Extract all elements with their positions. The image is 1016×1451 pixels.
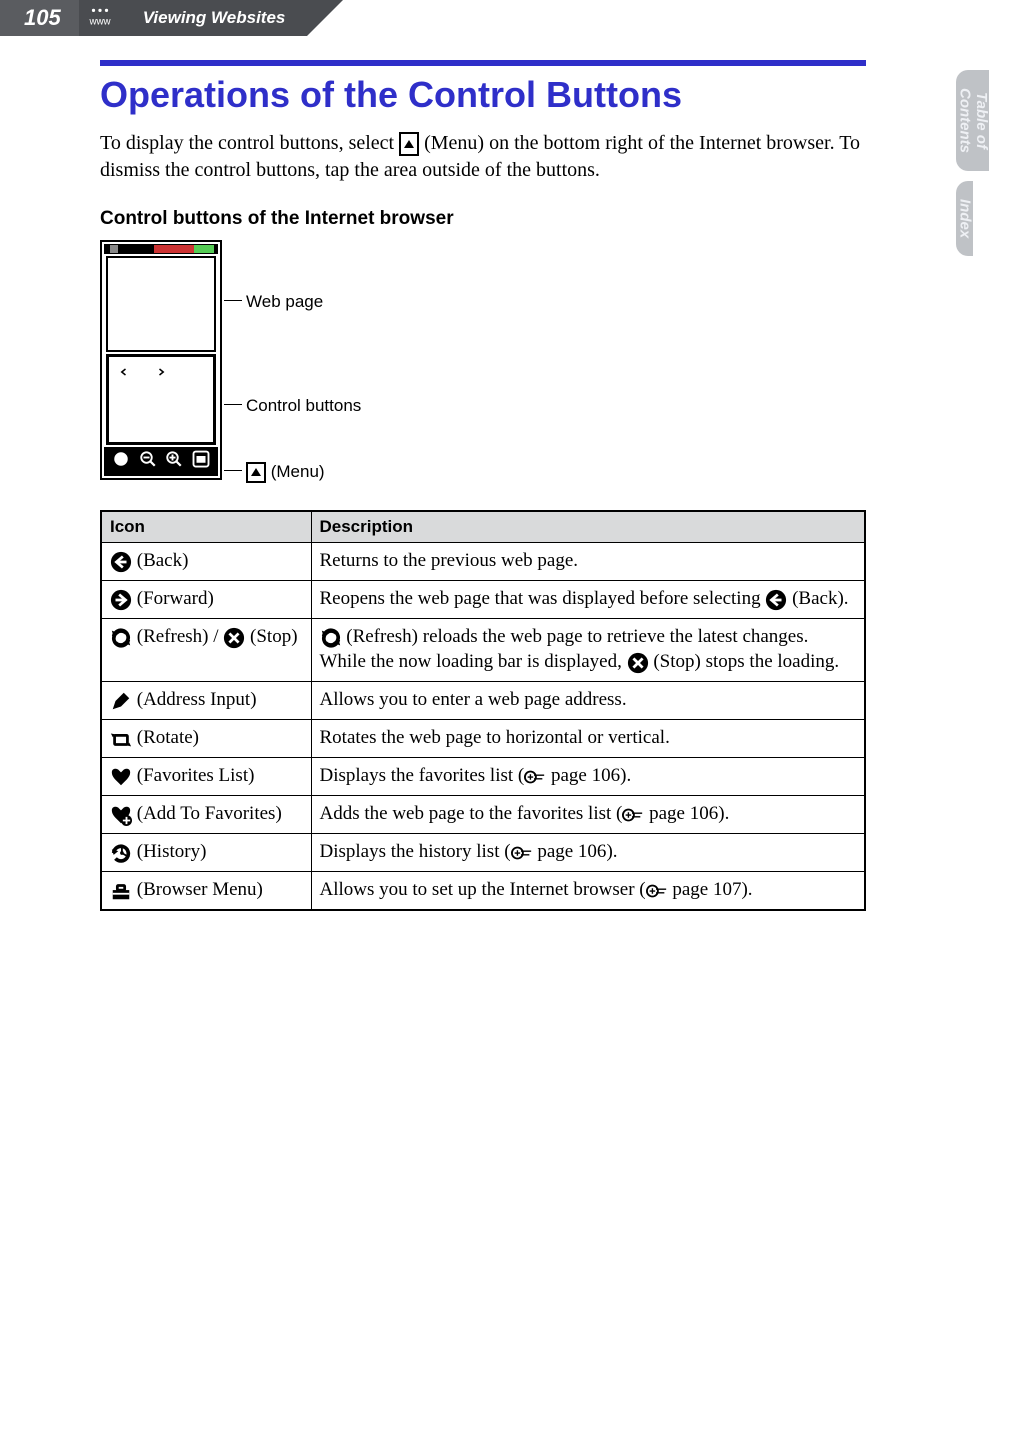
forward-icon — [110, 587, 132, 612]
x-icon — [112, 450, 130, 473]
toc-label-2: Contents — [956, 88, 973, 153]
page-header: 105 Viewing Websites — [0, 0, 1016, 36]
toc-label-1: Table of — [973, 92, 990, 149]
page-number: 105 — [0, 0, 79, 36]
desc-cell: Reopens the web page that was displayed … — [311, 580, 865, 618]
desc-cell: Displays the favorites list ( page 106). — [311, 757, 865, 795]
accent-bar — [100, 60, 866, 66]
zoom-out-icon — [139, 450, 157, 473]
web-page-area — [106, 256, 216, 352]
www-icon — [79, 0, 121, 36]
bottom-bar — [104, 447, 218, 476]
page-ref-link[interactable]: page 107 — [672, 879, 741, 900]
toolbox-icon — [189, 413, 207, 436]
desc-cell: Rotates the web page to horizontal or ve… — [311, 719, 865, 757]
intro-text: To display the control buttons, select (… — [100, 130, 866, 184]
refresh-icon — [320, 625, 342, 650]
table-row: (Rotate) Rotates the web page to horizon… — [101, 719, 865, 757]
menu-button-icon — [192, 450, 210, 473]
table-header-icon: Icon — [101, 511, 311, 543]
page-ref-link[interactable]: page 106 — [551, 765, 620, 786]
device-diagram: Web page Control buttons (Menu) — [100, 240, 866, 486]
back-icon — [110, 549, 132, 574]
ref-icon — [511, 841, 533, 862]
menu-label: (Menu) — [246, 462, 325, 483]
ref-icon — [622, 803, 644, 824]
browser-menu-icon — [110, 878, 132, 903]
back-icon — [115, 363, 133, 386]
add-favorites-icon — [115, 413, 133, 436]
rotate-icon — [110, 726, 132, 751]
favorites-list-icon — [110, 764, 132, 789]
history-icon — [110, 840, 132, 865]
history-icon — [152, 413, 170, 436]
table-header-desc: Description — [311, 511, 865, 543]
icon-description-table: Icon Description (Back) Returns to the p… — [100, 510, 866, 911]
back-icon — [765, 587, 787, 612]
page-ref-link[interactable]: page 106 — [537, 841, 606, 862]
table-row: (History) Displays the history list ( pa… — [101, 833, 865, 871]
web-page-label: Web page — [246, 292, 323, 312]
forward-icon — [152, 363, 170, 386]
desc-cell: Returns to the previous web page. — [311, 543, 865, 581]
table-row: (Forward) Reopens the web page that was … — [101, 580, 865, 618]
desc-cell: Displays the history list ( page 106). — [311, 833, 865, 871]
address-input-icon — [110, 688, 132, 713]
ref-icon — [524, 765, 546, 786]
refresh-icon — [110, 625, 132, 650]
desc-cell: Allows you to enter a web page address. — [311, 681, 865, 719]
stop-icon — [627, 650, 649, 675]
control-buttons-area — [106, 354, 216, 445]
add-favorites-icon — [110, 802, 132, 827]
status-bar — [104, 244, 218, 254]
stop-icon — [223, 625, 245, 650]
menu-icon — [246, 462, 266, 483]
toc-tab[interactable]: Table of Contents — [956, 70, 989, 171]
pencil-icon — [115, 388, 133, 411]
ref-icon — [646, 879, 668, 900]
page-title: Operations of the Control Buttons — [100, 74, 866, 116]
rotate-icon — [152, 388, 170, 411]
section-title: Viewing Websites — [121, 0, 308, 36]
table-row: (Browser Menu) Allows you to set up the … — [101, 871, 865, 909]
table-row: (Address Input) Allows you to enter a we… — [101, 681, 865, 719]
refresh-icon — [189, 363, 207, 386]
page-ref-link[interactable]: page 106 — [649, 803, 718, 824]
intro-before: To display the control buttons, select — [100, 132, 399, 154]
table-row: (Add To Favorites) Adds the web page to … — [101, 795, 865, 833]
table-row: (Refresh) / (Stop) (Refresh) reloads the… — [101, 618, 865, 681]
index-tab[interactable]: Index — [956, 181, 973, 256]
desc-cell: Allows you to set up the Internet browse… — [311, 871, 865, 909]
desc-cell: (Refresh) reloads the web page to retrie… — [311, 618, 865, 681]
table-row: (Back) Returns to the previous web page. — [101, 543, 865, 581]
table-row: (Favorites List) Displays the favorites … — [101, 757, 865, 795]
subheading: Control buttons of the Internet browser — [100, 208, 866, 230]
heart-icon — [189, 388, 207, 411]
menu-icon — [399, 132, 419, 156]
desc-cell: Adds the web page to the favorites list … — [311, 795, 865, 833]
zoom-in-icon — [165, 450, 183, 473]
control-buttons-label: Control buttons — [246, 396, 361, 416]
